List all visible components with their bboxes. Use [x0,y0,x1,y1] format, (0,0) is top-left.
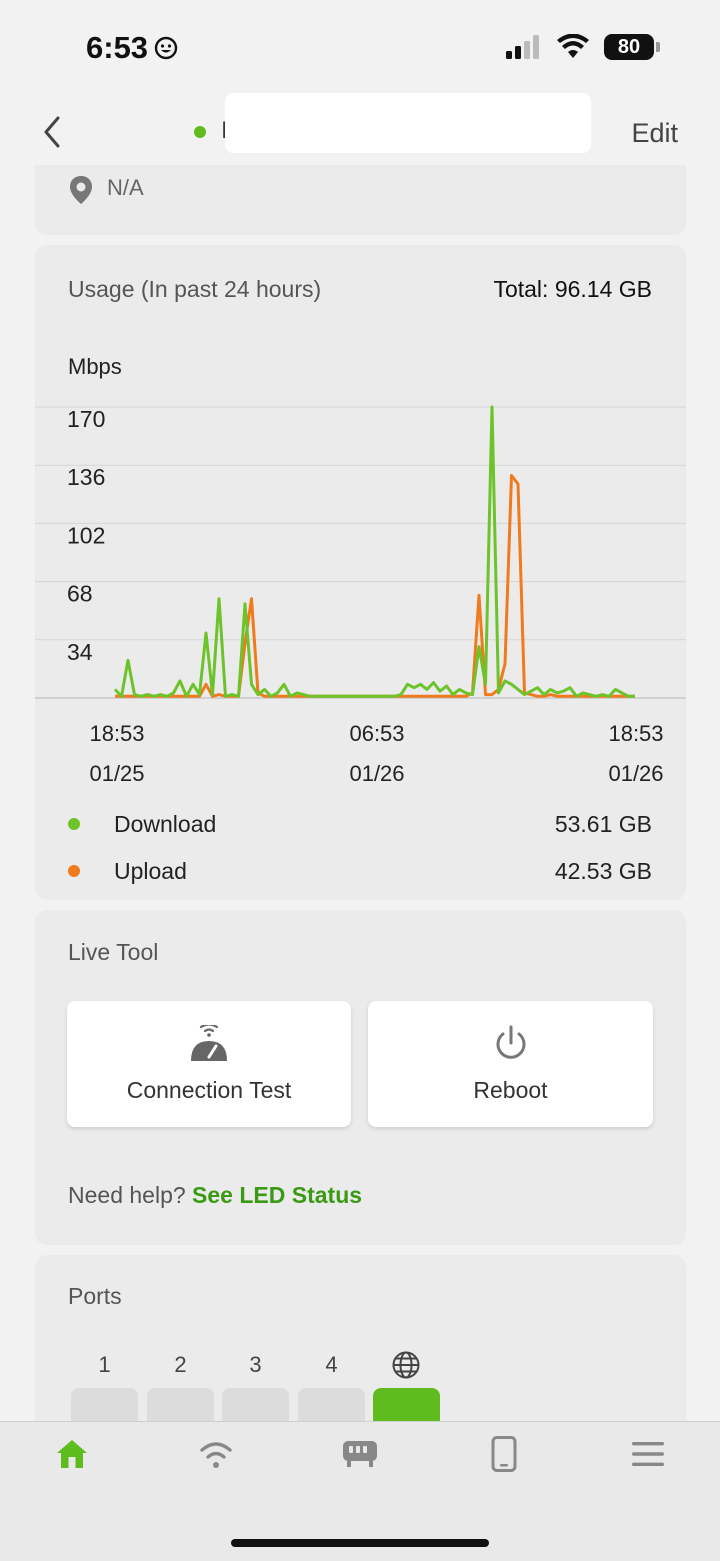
online-status-dot [194,126,206,138]
menu-icon [632,1442,664,1466]
download-legend-dot [68,818,80,830]
wifi-status-icon [557,34,589,58]
y-tick-label: 34 [67,639,93,665]
clock: 6:53 [86,30,149,65]
port-1-label: 1 [98,1352,111,1377]
chart-unit-label: Mbps [68,354,122,379]
redacted-name-mask [225,93,591,153]
cellular-signal-icon [506,35,539,59]
upload-legend-dot [68,865,80,877]
usage-total: Total: 96.14 GB [493,276,652,302]
y-tick-label: 102 [67,522,105,548]
location-text: N/A [107,175,144,200]
x-tick-2-date: 01/26 [349,761,405,786]
home-indicator [231,1539,489,1547]
download-legend-label: Download [114,811,217,837]
live-tool-title: Live Tool [68,939,159,965]
help-prefix: Need help? [68,1182,186,1208]
phone-icon [491,1436,517,1472]
usage-chart: 170 136 102 68 34 [35,405,686,699]
home-icon [57,1440,87,1468]
port-2-label: 2 [174,1352,187,1377]
port-4-label: 4 [325,1352,338,1377]
x-tick-1-date: 01/25 [89,761,145,786]
tab-devices[interactable] [330,1432,390,1476]
x-tick-1-time: 18:53 [89,721,145,746]
reboot-button[interactable]: Reboot [368,1001,653,1127]
x-tick-2: 06:53 01/26 [322,714,432,794]
x-tick-3: 18:53 01/26 [581,714,691,794]
globe-icon [392,1351,420,1379]
edit-button[interactable]: Edit [631,118,678,149]
status-time: 6:53 [86,30,178,66]
battery-level: 80 [617,35,641,58]
speedometer-icon [191,1024,227,1061]
download-series-line [113,405,635,698]
router-icon [343,1441,377,1467]
see-led-status-link[interactable]: See LED Status [192,1182,362,1208]
ports-title: Ports [68,1283,122,1309]
tab-clients[interactable] [474,1432,534,1476]
connection-test-button[interactable]: Connection Test [67,1001,351,1127]
power-icon [496,1025,525,1059]
x-tick-2-time: 06:53 [349,721,405,746]
smiley-icon [154,36,178,60]
wifi-icon [200,1442,232,1468]
tab-wifi[interactable] [186,1432,246,1476]
x-tick-1: 18:53 01/25 [62,714,172,794]
status-indicators: 80 [506,34,660,60]
upload-legend-label: Upload [114,858,187,884]
help-line: Need help? See LED Status [68,1182,362,1209]
y-tick-label: 136 [67,464,105,490]
location-pin-icon [70,176,92,204]
reboot-label: Reboot [473,1076,548,1103]
x-tick-3-date: 01/26 [608,761,664,786]
tab-menu[interactable] [618,1432,678,1476]
upload-series-line [115,474,635,698]
usage-title: Usage (In past 24 hours) [68,276,322,302]
upload-total: 42.53 GB [554,858,652,884]
y-tick-label: 170 [67,406,105,432]
battery-icon: 80 [604,34,660,60]
x-tick-3-time: 18:53 [608,721,664,746]
port-3-label: 3 [249,1352,262,1377]
back-chevron-icon[interactable] [38,112,68,152]
y-tick-label: 68 [67,581,93,607]
connection-test-label: Connection Test [126,1076,292,1103]
tab-home[interactable] [42,1432,102,1476]
download-total: 53.61 GB [554,811,652,837]
